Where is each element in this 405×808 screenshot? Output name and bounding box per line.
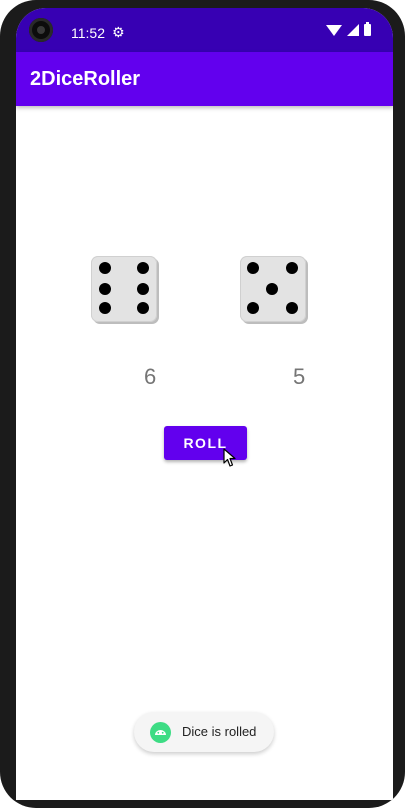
pip [286,302,298,314]
pip [247,262,259,274]
app-bar: 2DiceRoller [16,52,393,106]
status-time: 11:52 [71,25,105,41]
pip [137,262,149,274]
pip [266,283,278,295]
dice-image-right [240,256,306,322]
toast: Dice is rolled [134,712,274,752]
pip [99,262,111,274]
toast-text: Dice is rolled [182,724,257,739]
status-icons [326,22,371,36]
dice-value-left: 6 [144,364,157,389]
pip [137,283,149,295]
pip [99,302,111,314]
battery-icon [364,22,371,36]
app-title: 2DiceRoller [30,68,141,90]
pip [137,302,149,314]
wifi-icon [326,24,342,36]
status-bar: 11:52 ⚙ [16,8,393,52]
dice-value-right: 5 [293,364,306,389]
signal-icon [347,24,359,36]
phone-frame: 11:52 ⚙ 2DiceRoller 6 5 ROLL Dice is rol… [0,0,405,808]
android-icon [150,722,171,743]
gear-icon: ⚙ [112,24,125,40]
pip [247,302,259,314]
pip [99,283,111,295]
pip [286,262,298,274]
dice-image-left [91,256,157,322]
mouse-cursor [223,448,236,467]
screen: 11:52 ⚙ 2DiceRoller 6 5 ROLL Dice is rol… [16,8,393,800]
front-camera [29,18,53,42]
